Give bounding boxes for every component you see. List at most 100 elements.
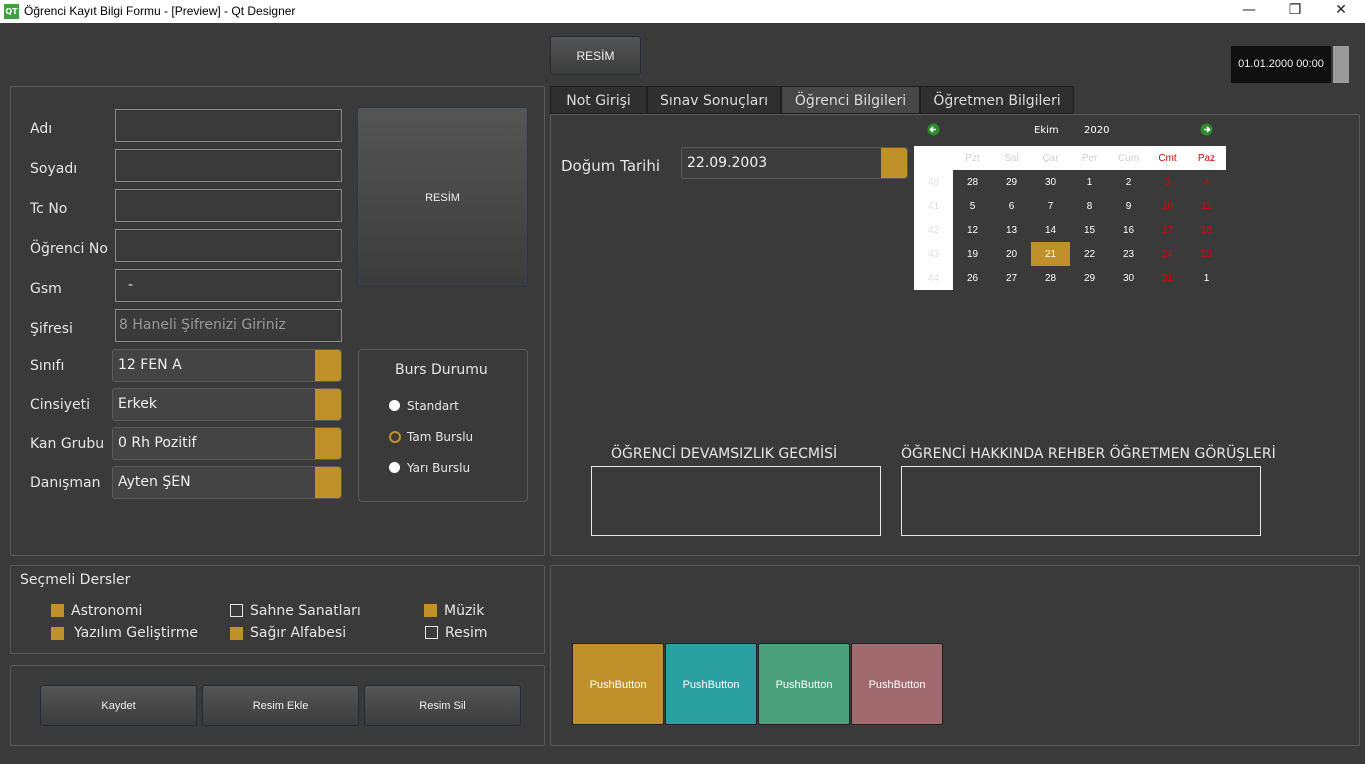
calendar-day[interactable]: 14 <box>1031 218 1070 242</box>
checkbox-sahne-sanatlari[interactable] <box>230 604 243 617</box>
minimize-button[interactable]: — <box>1226 0 1272 23</box>
checkbox-resim[interactable] <box>425 626 438 639</box>
calendar-day[interactable]: 29 <box>1070 266 1109 290</box>
label-adi: Adı <box>30 121 53 137</box>
calendar-day[interactable]: 10 <box>1148 194 1187 218</box>
dogum-tarihi-dateedit[interactable]: 22.09.2003 <box>681 147 908 179</box>
danisman-combobox[interactable]: Ayten ŞEN <box>112 466 342 499</box>
calendar-day[interactable]: 20 <box>992 242 1031 266</box>
tab-sinav-sonuclari[interactable]: Sınav Sonuçları <box>647 86 781 114</box>
calendar-day[interactable]: 31 <box>1148 266 1187 290</box>
calendar-day[interactable]: 28 <box>953 170 992 194</box>
tab-ogrenci-bilgileri[interactable]: Öğrenci Bilgileri <box>781 86 920 114</box>
calendar-day[interactable]: 4 <box>1187 170 1226 194</box>
calendar-day[interactable]: 29 <box>992 170 1031 194</box>
resim-ekle-button[interactable]: Resim Ekle <box>202 685 359 726</box>
calendar-day[interactable]: 19 <box>953 242 992 266</box>
radio-tam-burslu[interactable] <box>389 431 401 443</box>
secmeli-title: Seçmeli Dersler <box>20 572 131 588</box>
close-button[interactable]: ✕ <box>1318 0 1364 23</box>
calendar-day[interactable]: 1 <box>1187 266 1226 290</box>
calendar-day[interactable]: 8 <box>1070 194 1109 218</box>
sinifi-combobox[interactable]: 12 FEN A <box>112 349 342 382</box>
calendar-day[interactable]: 16 <box>1109 218 1148 242</box>
maximize-button[interactable]: ❐ <box>1272 0 1318 23</box>
checkbox-sagir-alfabesi[interactable] <box>230 627 243 640</box>
calendar-day[interactable]: 7 <box>1031 194 1070 218</box>
checkbox-muzik[interactable] <box>424 604 437 617</box>
calendar-day[interactable]: 23 <box>1109 242 1148 266</box>
next-month-icon[interactable] <box>1200 123 1213 136</box>
datetime-edit[interactable]: 01.01.2000 00:00 <box>1231 46 1331 83</box>
calendar-month[interactable]: Ekim <box>1034 125 1059 136</box>
checkbox-astronomi[interactable] <box>51 604 64 617</box>
weekday-label: Per <box>1070 146 1109 170</box>
soyadi-input[interactable] <box>115 149 342 182</box>
weekday-label: Cum <box>1109 146 1148 170</box>
dropdown-arrow-icon[interactable] <box>315 350 341 381</box>
calendar-day[interactable]: 30 <box>1109 266 1148 290</box>
calendar-day[interactable]: 13 <box>992 218 1031 242</box>
calendar-day[interactable]: 26 <box>953 266 992 290</box>
radio-standart-label: Standart <box>407 399 459 413</box>
tcno-input[interactable] <box>115 189 342 222</box>
calendar-day[interactable]: 17 <box>1148 218 1187 242</box>
danisman-value: Ayten ŞEN <box>118 474 191 490</box>
top-resim-button[interactable]: RESİM <box>550 36 641 75</box>
calendar-day[interactable]: 24 <box>1148 242 1187 266</box>
sifre-input[interactable]: 8 Haneli Şifrenizi Giriniz <box>115 309 342 342</box>
calendar-day[interactable]: 3 <box>1148 170 1187 194</box>
prev-month-icon[interactable] <box>927 123 940 136</box>
push-button-2[interactable]: PushButton <box>665 643 757 725</box>
week-number: 42 <box>914 218 953 242</box>
calendar-dropdown-icon[interactable] <box>881 148 907 178</box>
kangrubu-combobox[interactable]: 0 Rh Pozitif <box>112 427 342 460</box>
resim-sil-button[interactable]: Resim Sil <box>364 685 521 726</box>
calendar-day[interactable]: 1 <box>1070 170 1109 194</box>
tab-ogretmen-bilgileri[interactable]: Öğretmen Bilgileri <box>920 86 1074 114</box>
calendar-day[interactable]: 18 <box>1187 218 1226 242</box>
push-button-3[interactable]: PushButton <box>758 643 850 725</box>
radio-yari-burslu[interactable] <box>389 462 400 473</box>
calendar-corner <box>914 146 953 170</box>
calendar-day[interactable]: 5 <box>953 194 992 218</box>
devamsizlik-textbox[interactable] <box>591 466 881 536</box>
adi-input[interactable] <box>115 109 342 142</box>
cinsiyeti-combobox[interactable]: Erkek <box>112 388 342 421</box>
week-number: 44 <box>914 266 953 290</box>
calendar-day[interactable]: 11 <box>1187 194 1226 218</box>
calendar-year[interactable]: 2020 <box>1084 125 1109 136</box>
dropdown-arrow-icon[interactable] <box>315 389 341 420</box>
calendar-widget[interactable]: Ekim 2020 Pzt Sal Çar Per Cum Cmt Paz 40… <box>914 117 1226 293</box>
dropdown-arrow-icon[interactable] <box>315 428 341 459</box>
kaydet-button[interactable]: Kaydet <box>40 685 197 726</box>
gsm-input[interactable]: - <box>115 269 342 302</box>
calendar-day[interactable]: 25 <box>1187 242 1226 266</box>
photo-button[interactable]: RESİM <box>357 107 528 287</box>
ogrno-input[interactable] <box>115 229 342 262</box>
weekday-label: Cmt <box>1148 146 1187 170</box>
calendar-day[interactable]: 15 <box>1070 218 1109 242</box>
rehber-textbox[interactable] <box>901 466 1261 536</box>
label-soyadi: Soyadı <box>30 161 78 177</box>
datetime-spin-button[interactable] <box>1333 46 1349 83</box>
push-button-1[interactable]: PushButton <box>572 643 664 725</box>
dropdown-arrow-icon[interactable] <box>315 467 341 498</box>
calendar-day[interactable]: 12 <box>953 218 992 242</box>
calendar-day[interactable]: 28 <box>1031 266 1070 290</box>
calendar-day[interactable]: 30 <box>1031 170 1070 194</box>
calendar-day-selected[interactable]: 21 <box>1031 242 1070 266</box>
window-title: Öğrenci Kayıt Bilgi Formu - [Preview] - … <box>24 4 296 18</box>
checkbox-yazilim[interactable] <box>51 627 64 640</box>
dogum-tarihi-value: 22.09.2003 <box>687 155 768 171</box>
radio-standart[interactable] <box>389 400 400 411</box>
calendar-day[interactable]: 6 <box>992 194 1031 218</box>
calendar-day[interactable]: 22 <box>1070 242 1109 266</box>
calendar-day[interactable]: 27 <box>992 266 1031 290</box>
calendar-day[interactable]: 9 <box>1109 194 1148 218</box>
push-button-4[interactable]: PushButton <box>851 643 943 725</box>
week-number: 41 <box>914 194 953 218</box>
label-ogrno: Öğrenci No <box>30 241 108 257</box>
tab-not-girisi[interactable]: Not Girişi <box>550 86 647 114</box>
calendar-day[interactable]: 2 <box>1109 170 1148 194</box>
